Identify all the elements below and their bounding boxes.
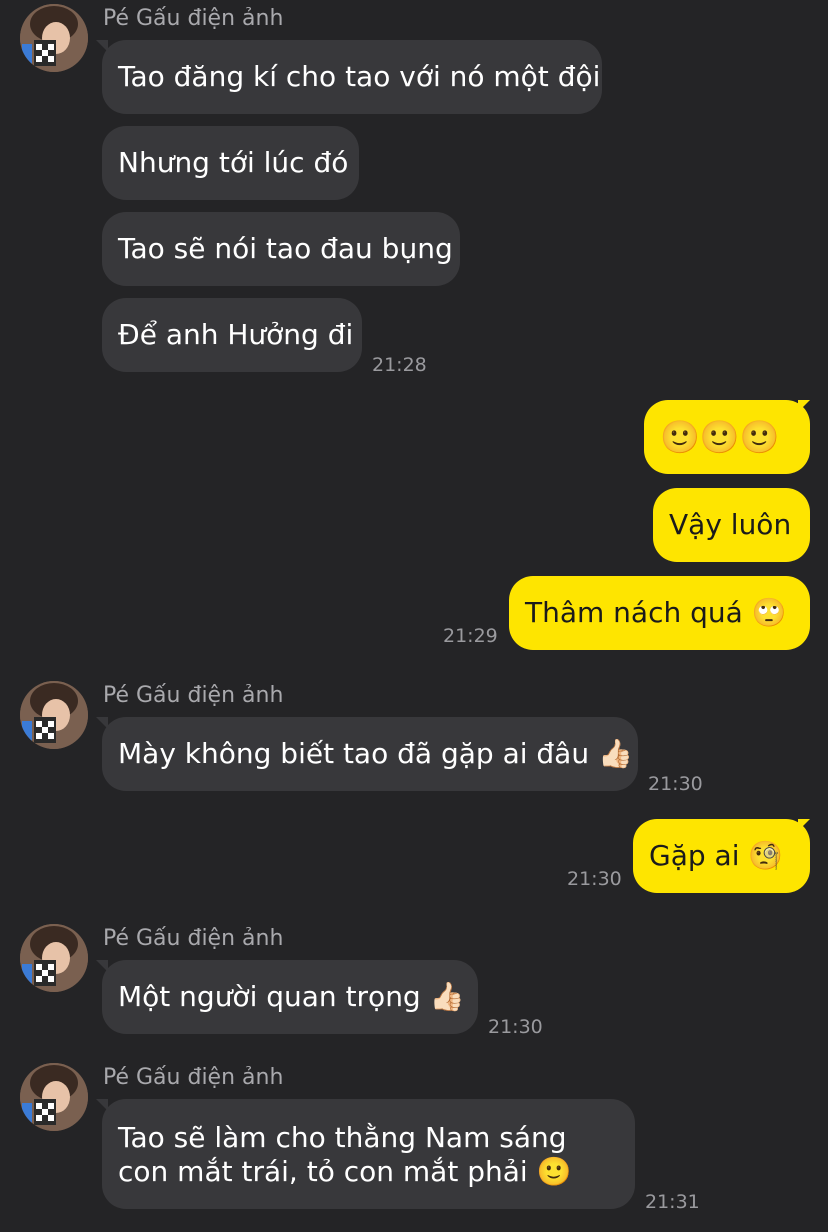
message-text: Tao đăng kí cho tao với nó một đội xyxy=(118,60,601,93)
timestamp: 21:30 xyxy=(648,773,703,795)
sender-name: Pé Gấu điện ảnh xyxy=(103,6,284,31)
message-bubble[interactable]: Thâm nách quá 🙄 xyxy=(509,576,810,650)
message-bubble[interactable]: Tao đăng kí cho tao với nó một đội xyxy=(102,40,602,114)
message-text: Tao sẽ làm cho thằng Nam sáng con mắt tr… xyxy=(118,1121,567,1188)
thumbs-up-emoji-icon: 👍🏻 xyxy=(429,980,465,1013)
message-text: Một người quan trọng xyxy=(118,980,421,1013)
monocle-emoji-icon: 🧐 xyxy=(748,839,784,872)
message-text: Nhưng tới lúc đó xyxy=(118,146,349,179)
message-bubble[interactable]: Mày không biết tao đã gặp ai đâu 👍🏻 xyxy=(102,717,638,791)
message-bubble[interactable]: Nhưng tới lúc đó xyxy=(102,126,359,200)
message-bubble[interactable]: Một người quan trọng 👍🏻 xyxy=(102,960,478,1034)
message-bubble[interactable]: Tao sẽ làm cho thằng Nam sáng con mắt tr… xyxy=(102,1099,635,1209)
message-text: Tao sẽ nói tao đau bụng xyxy=(118,232,453,265)
eye-roll-emoji-icon: 🙄 xyxy=(751,596,787,629)
smile-emoji-icon: 🙂 xyxy=(536,1155,572,1188)
sender-name: Pé Gấu điện ảnh xyxy=(103,926,284,951)
timestamp: 21:29 xyxy=(443,625,498,647)
message-text: Thâm nách quá xyxy=(525,596,743,629)
smile-emoji-icon: 🙂🙂🙂 xyxy=(660,418,780,456)
avatar[interactable] xyxy=(20,1063,88,1131)
message-bubble[interactable]: Để anh Hưởng đi xyxy=(102,298,362,372)
sender-name: Pé Gấu điện ảnh xyxy=(103,1065,284,1090)
timestamp: 21:31 xyxy=(645,1191,700,1213)
timestamp: 21:30 xyxy=(567,868,622,890)
message-bubble[interactable]: 🙂🙂🙂 xyxy=(644,400,810,474)
thumbs-up-emoji-icon: 👍🏻 xyxy=(597,737,633,770)
avatar[interactable] xyxy=(20,924,88,992)
message-bubble[interactable]: Vậy luôn xyxy=(653,488,810,562)
message-text: Mày không biết tao đã gặp ai đâu xyxy=(118,737,590,770)
timestamp: 21:30 xyxy=(488,1016,543,1038)
message-text: Để anh Hưởng đi xyxy=(118,318,354,351)
avatar[interactable] xyxy=(20,4,88,72)
avatar[interactable] xyxy=(20,681,88,749)
sender-name: Pé Gấu điện ảnh xyxy=(103,683,284,708)
message-bubble[interactable]: Tao sẽ nói tao đau bụng xyxy=(102,212,460,286)
timestamp: 21:28 xyxy=(372,354,427,376)
message-text: Gặp ai xyxy=(649,839,740,872)
message-text: Vậy luôn xyxy=(669,508,792,541)
message-bubble[interactable]: Gặp ai 🧐 xyxy=(633,819,810,893)
